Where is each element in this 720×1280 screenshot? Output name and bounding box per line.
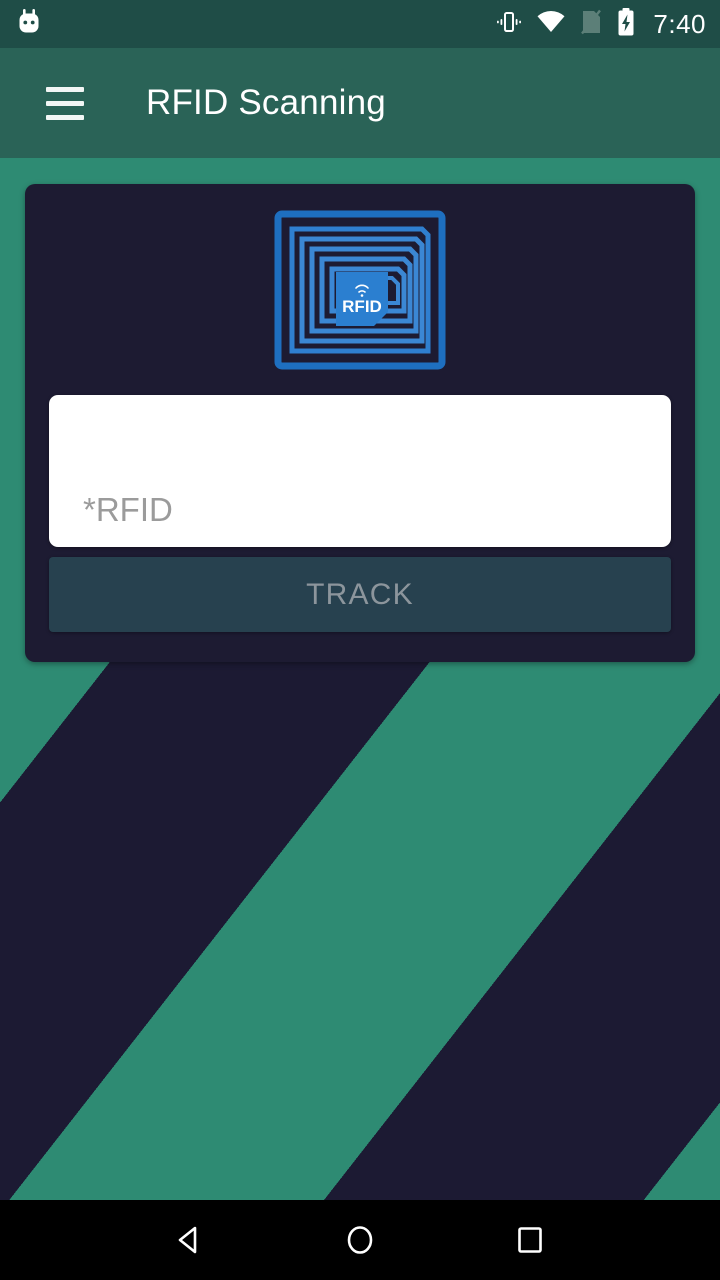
back-triangle-icon[interactable] [160,1210,220,1270]
android-robot-icon [14,7,44,42]
hamburger-menu-icon[interactable] [28,66,102,140]
home-circle-icon[interactable] [330,1210,390,1270]
rfid-input-container[interactable] [49,395,671,547]
sim-card-off-icon [579,8,603,41]
status-bar-clock: 7:40 [653,9,706,39]
menu-line-2 [46,100,84,106]
rfid-scan-card: RFID TRACK [25,184,695,662]
android-nav-bar [0,1200,720,1280]
track-button[interactable]: TRACK [49,557,671,632]
menu-line-3 [46,114,84,120]
wifi-icon [536,9,566,40]
menu-line-1 [46,86,84,92]
status-bar-left [14,7,44,42]
phone-screen: 7:40 RFID Scanning RFID *RFID TRACK [0,0,720,1280]
rfid-chip-label: RFID [342,297,382,316]
status-bar: 7:40 [0,0,720,48]
rfid-input[interactable] [83,491,643,529]
status-bar-right: 7:40 [495,7,706,42]
battery-charging-icon [616,7,636,42]
app-bar: RFID Scanning [0,48,720,158]
page-title: RFID Scanning [146,83,386,122]
vibrate-icon [495,8,523,41]
recents-square-icon[interactable] [500,1210,560,1270]
rfid-tag-icon: RFID [274,208,446,372]
